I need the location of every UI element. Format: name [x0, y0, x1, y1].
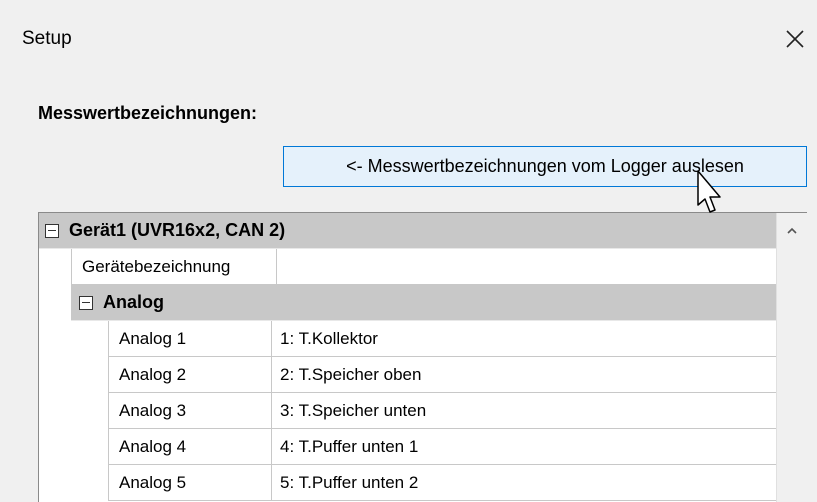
section-label: Messwertbezeichnungen: [38, 103, 258, 123]
device-group-label: Gerät1 (UVR16x2, CAN 2) [69, 220, 286, 240]
analog-row: Analog 2 2: T.Speicher oben [39, 357, 777, 393]
analog-key: Analog 4 [108, 429, 272, 465]
analog-key: Analog 3 [108, 393, 272, 429]
device-name-key: Gerätebezeichnung [71, 249, 277, 285]
analog-row: Analog 3 3: T.Speicher unten [39, 393, 777, 429]
read-from-logger-button[interactable]: <- Messwertbezeichnungen vom Logger ausl… [283, 146, 807, 187]
read-from-logger-button-label: <- Messwertbezeichnungen vom Logger ausl… [346, 156, 744, 176]
analog-value[interactable]: 3: T.Speicher unten [271, 393, 777, 429]
device-group-row[interactable]: Gerät1 (UVR16x2, CAN 2) [39, 213, 777, 249]
analog-value[interactable]: 2: T.Speicher oben [271, 357, 777, 393]
window-title: Setup [22, 28, 72, 49]
analog-group-row[interactable]: Analog [71, 285, 777, 321]
tree-panel[interactable]: Gerät1 (UVR16x2, CAN 2) Gerätebezeichnun… [38, 212, 807, 502]
scroll-up-arrow-icon[interactable] [785, 224, 799, 238]
analog-value[interactable]: 4: T.Puffer unten 1 [271, 429, 777, 465]
analog-row: Analog 4 4: T.Puffer unten 1 [39, 429, 777, 465]
collapse-toggle-icon[interactable] [79, 295, 93, 310]
analog-key: Analog 5 [108, 465, 272, 501]
device-name-row: Gerätebezeichnung [39, 249, 777, 285]
analog-key: Analog 2 [108, 357, 272, 393]
analog-group-label: Analog [103, 292, 164, 312]
vertical-scrollbar[interactable] [776, 213, 807, 502]
analog-key: Analog 1 [108, 321, 272, 357]
collapse-toggle-icon[interactable] [45, 223, 59, 238]
analog-value[interactable]: 5: T.Puffer unten 2 [271, 465, 777, 501]
mouse-cursor-icon [697, 170, 721, 213]
close-icon[interactable] [782, 26, 808, 52]
analog-row: Analog 5 5: T.Puffer unten 2 [39, 465, 777, 501]
analog-row: Analog 1 1: T.Kollektor [39, 321, 777, 357]
device-name-value[interactable] [276, 249, 777, 285]
analog-value[interactable]: 1: T.Kollektor [271, 321, 777, 357]
